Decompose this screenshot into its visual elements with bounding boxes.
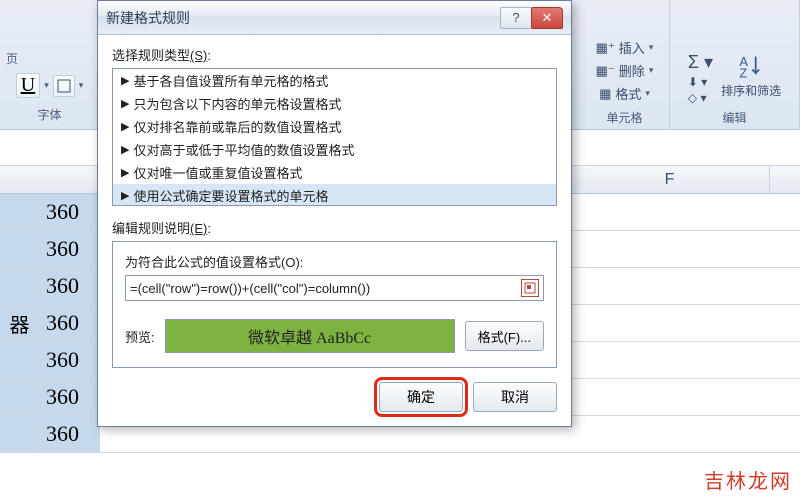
cancel-button[interactable]: 取消 [473, 382, 557, 412]
formula-label: 为符合此公式的值设置格式(O): [125, 252, 544, 271]
rule-type-item[interactable]: ▶只为包含以下内容的单元格设置格式 [113, 92, 556, 115]
font-group-label: 字体 [37, 106, 61, 123]
range-picker-icon[interactable] [521, 279, 539, 297]
cells-group-label: 单元格 [606, 109, 642, 126]
rule-type-list[interactable]: ▶基于各自值设置所有单元格的格式 ▶只为包含以下内容的单元格设置格式 ▶仅对排名… [112, 68, 557, 206]
ok-button[interactable]: 确定 [379, 382, 463, 412]
edit-group: Σ ▾ ⬇ ▾ ◇ ▾ AZ 排序和筛选 编辑 [670, 0, 800, 130]
delete-button[interactable]: ▦⁻删除▾ [596, 61, 654, 80]
clear-icon[interactable]: ◇ ▾ [688, 91, 713, 105]
edit-group-label: 编辑 [722, 109, 746, 126]
autosum-icon[interactable]: Σ ▾ [688, 52, 713, 73]
dialog-title: 新建格式规则 [106, 8, 501, 28]
close-button[interactable]: ✕ [531, 7, 563, 29]
insert-button[interactable]: ▦⁺插入▾ [596, 38, 654, 57]
help-button[interactable]: ? [500, 7, 532, 29]
chevron-down-icon[interactable]: ▾ [44, 80, 49, 91]
fill-icon[interactable]: ⬇ ▾ [688, 75, 713, 89]
dialog-titlebar[interactable]: 新建格式规则 ? ✕ [98, 1, 571, 35]
rule-type-item[interactable]: ▶基于各自值设置所有单元格的格式 [113, 69, 556, 92]
select-rule-type-label: 选择规则类型(S): [112, 45, 557, 64]
font-group: 页 U ▾ ▾ 字体 [0, 0, 100, 129]
svg-text:Z: Z [739, 66, 747, 80]
watermark: 吉林龙网 [704, 465, 792, 494]
rule-type-item[interactable]: ▶仅对高于或低于平均值的数值设置格式 [113, 138, 556, 161]
rule-type-item[interactable]: ▶使用公式确定要设置格式的单元格 [113, 184, 556, 206]
page-hint: 页 [6, 50, 18, 67]
cells-group: ▦⁺插入▾ ▦⁻删除▾ ▦格式▾ 单元格 [580, 0, 670, 130]
format-button[interactable]: ▦格式▾ [599, 84, 650, 103]
rule-type-item[interactable]: ▶仅对排名靠前或靠后的数值设置格式 [113, 115, 556, 138]
underline-button[interactable]: U [16, 73, 40, 98]
rule-type-item[interactable]: ▶仅对唯一值或重复值设置格式 [113, 161, 556, 184]
format-button[interactable]: 格式(F)... [465, 321, 544, 351]
new-format-rule-dialog: 新建格式规则 ? ✕ 选择规则类型(S): ▶基于各自值设置所有单元格的格式 ▶… [97, 0, 572, 427]
column-header-f[interactable]: F [570, 166, 770, 193]
formula-input[interactable]: =(cell("row")=row())+(cell("col")=column… [125, 275, 544, 301]
edit-rule-box: 为符合此公式的值设置格式(O): =(cell("row")=row())+(c… [112, 241, 557, 368]
sort-filter-button[interactable]: AZ 排序和筛选 [721, 52, 781, 99]
edit-rule-desc-label: 编辑规则说明(E): [112, 218, 557, 237]
chevron-down-icon[interactable]: ▾ [79, 80, 84, 91]
preview-sample: 微软卓越 AaBbCc [165, 319, 455, 353]
preview-label: 预览: [125, 327, 155, 346]
formula-value: =(cell("row")=row())+(cell("col")=column… [130, 281, 370, 296]
border-icon[interactable] [57, 79, 71, 93]
